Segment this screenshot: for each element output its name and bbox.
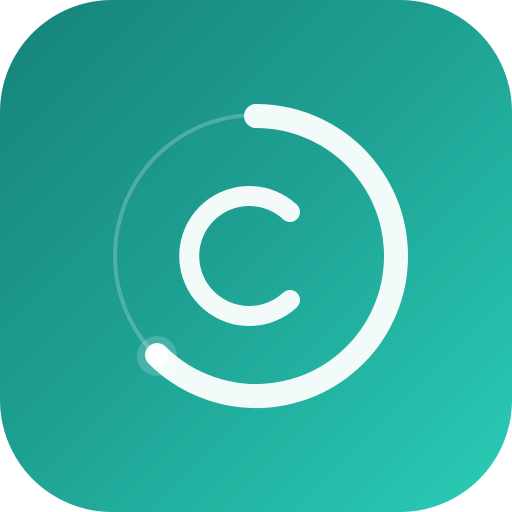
progress-endpoint-dot — [146, 345, 168, 367]
c-letter-icon — [179, 186, 300, 326]
app-icon[interactable] — [0, 0, 512, 512]
progress-ring-glyph — [113, 104, 408, 408]
